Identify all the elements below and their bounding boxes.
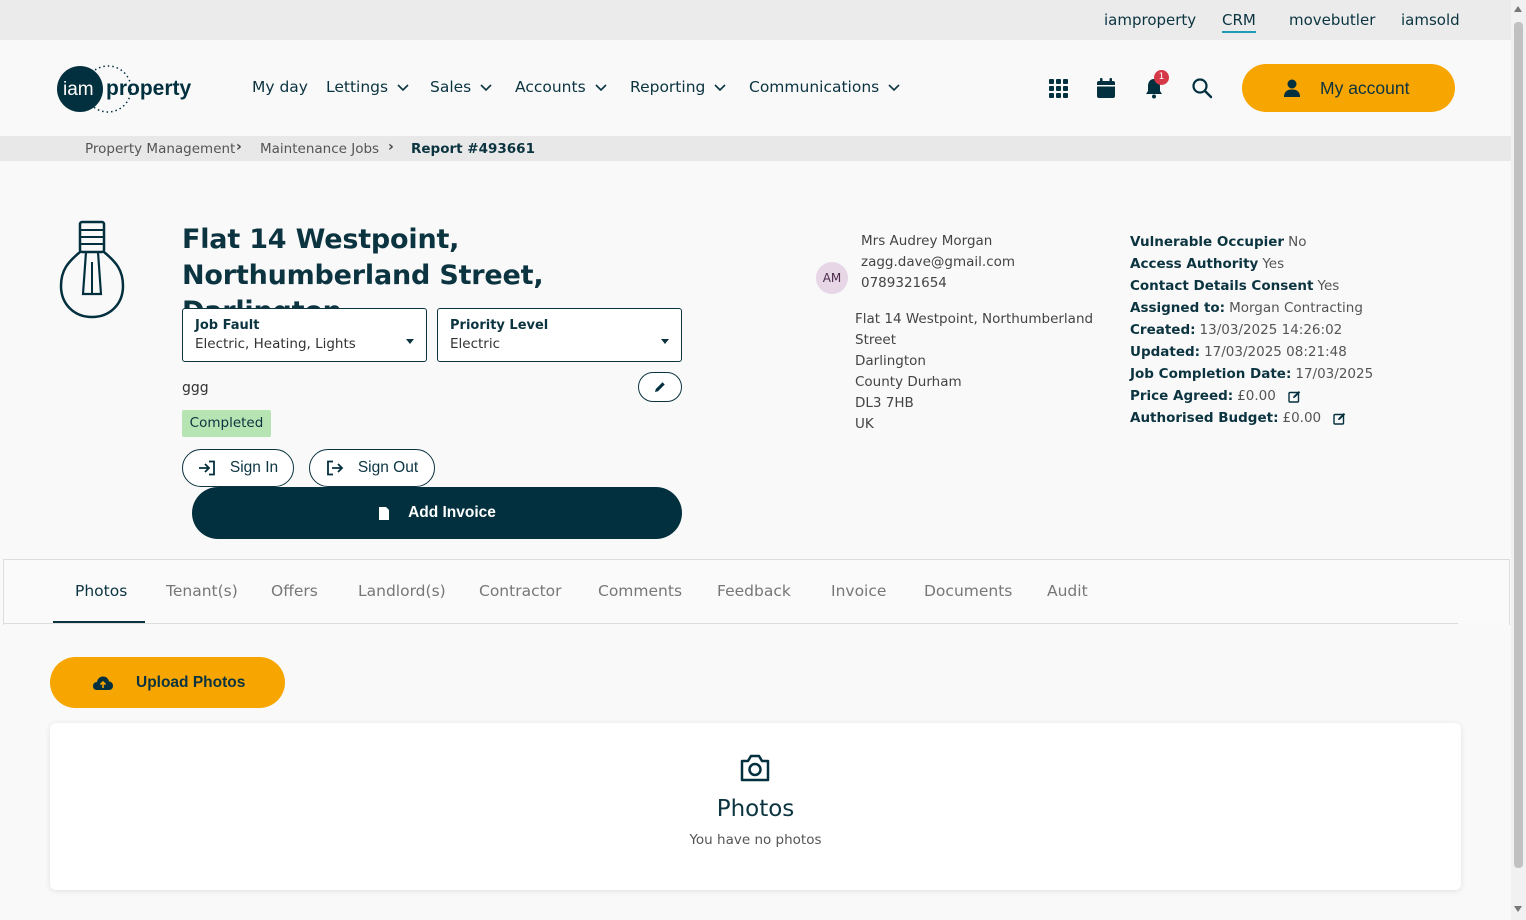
address-line: Street (855, 332, 897, 348)
scroll-up-icon[interactable] (1514, 6, 1522, 12)
user-icon (1284, 79, 1300, 97)
edit-icon[interactable] (1333, 412, 1346, 425)
cloud-upload-icon (93, 676, 113, 690)
tenant-phone[interactable]: 0789321654 (861, 275, 947, 291)
chevron-down-icon (480, 84, 492, 92)
sign-in-label: Sign In (229, 459, 279, 476)
search-icon[interactable] (1190, 76, 1214, 100)
apps-grid-icon[interactable] (1046, 76, 1070, 100)
tab-offers[interactable]: Offers (271, 582, 318, 600)
tenant-name: Mrs Audrey Morgan (861, 233, 993, 249)
info-price-agreed: Price Agreed: £0.00 (1130, 388, 1301, 404)
tab-feedback[interactable]: Feedback (717, 582, 791, 600)
address-line: DL3 7HB (855, 395, 914, 411)
info-vulnerable-occupier: Vulnerable Occupier No (1130, 234, 1307, 250)
my-account-label: My account (1320, 77, 1410, 98)
info-access-authority: Access Authority Yes (1130, 256, 1285, 272)
tab-invoice[interactable]: Invoice (831, 582, 886, 600)
link-movebutler[interactable]: movebutler (1289, 11, 1375, 29)
link-crm[interactable]: CRM (1222, 11, 1256, 33)
add-invoice-label: Add Invoice (408, 504, 496, 521)
scrollbar-thumb[interactable] (1514, 22, 1523, 868)
job-description: ggg (182, 380, 209, 396)
address-line: County Durham (855, 374, 962, 390)
chevron-down-icon (397, 84, 409, 92)
tab-contractor[interactable]: Contractor (479, 582, 562, 600)
photos-empty-message: You have no photos (689, 832, 822, 848)
iamproperty-logo[interactable]: iam property (56, 63, 201, 115)
sign-in-icon (198, 460, 215, 476)
info-completion-date: Job Completion Date: 17/03/2025 (1130, 366, 1374, 382)
breadcrumb: Property Management › Maintenance Jobs ›… (0, 136, 1511, 161)
info-created: Created: 13/03/2025 14:26:02 (1130, 322, 1343, 338)
job-fault-label: Job Fault (195, 318, 260, 333)
caret-down-icon (661, 339, 669, 344)
upload-photos-label: Upload Photos (136, 673, 246, 691)
edit-icon[interactable] (1288, 390, 1301, 403)
photos-title: Photos (716, 796, 795, 822)
sign-out-button[interactable]: Sign Out (309, 449, 435, 487)
priority-level-value: Electric (450, 336, 501, 352)
nav-communications[interactable]: Communications (749, 78, 901, 96)
avatar: AM (816, 262, 848, 294)
lightbulb-icon (59, 220, 125, 319)
nav-sales[interactable]: Sales (430, 78, 493, 96)
info-updated: Updated: 17/03/2025 08:21:48 (1130, 344, 1347, 360)
document-icon (379, 506, 390, 520)
camera-icon (740, 754, 770, 782)
job-fault-value: Electric, Heating, Lights (195, 336, 356, 352)
edit-description-button[interactable] (638, 372, 682, 402)
notification-badge: 1 (1154, 70, 1169, 85)
chevron-down-icon (595, 84, 607, 92)
link-iamproperty[interactable]: iamproperty (1104, 11, 1196, 29)
main-header: iam property My day Lettings Sales Accou… (0, 40, 1511, 136)
svg-text:iam: iam (63, 79, 94, 100)
tabs-divider (3, 623, 1458, 624)
nav-lettings[interactable]: Lettings (326, 78, 410, 96)
sign-out-label: Sign Out (357, 459, 419, 476)
my-account-button[interactable]: My account (1242, 64, 1455, 112)
chevron-down-icon (714, 84, 726, 92)
calendar-icon[interactable] (1094, 76, 1118, 100)
pencil-icon (655, 382, 665, 392)
photos-panel: Photos You have no photos (50, 723, 1461, 890)
tenant-email[interactable]: zagg.dave@gmail.com (861, 254, 1015, 270)
tab-tenants[interactable]: Tenant(s) (166, 582, 238, 600)
tab-photos[interactable]: Photos (75, 582, 127, 600)
sign-in-button[interactable]: Sign In (182, 449, 294, 487)
add-invoice-button[interactable]: Add Invoice (192, 487, 682, 539)
chevron-right-icon: › (236, 139, 242, 155)
info-assigned-to: Assigned to: Morgan Contracting (1130, 300, 1363, 316)
breadcrumb-current-report: Report #493661 (411, 141, 535, 157)
nav-accounts[interactable]: Accounts (515, 78, 608, 96)
tab-documents[interactable]: Documents (924, 582, 1012, 600)
status-badge: Completed (182, 410, 271, 437)
nav-reporting[interactable]: Reporting (630, 78, 727, 96)
tab-comments[interactable]: Comments (598, 582, 682, 600)
detail-tabs: Photos Tenant(s) Offers Landlord(s) Cont… (3, 559, 1510, 625)
address-line: Flat 14 Westpoint, Northumberland (855, 311, 1094, 327)
job-fault-select[interactable]: Job Fault Electric, Heating, Lights (182, 308, 427, 362)
info-contact-consent: Contact Details Consent Yes (1130, 278, 1340, 294)
chevron-right-icon: › (388, 139, 394, 155)
breadcrumb-maintenance-jobs[interactable]: Maintenance Jobs (260, 141, 379, 157)
address-line: Darlington (855, 353, 926, 369)
page-scrollbar[interactable] (1511, 0, 1526, 920)
nav-my-day[interactable]: My day (252, 78, 308, 96)
info-authorised-budget: Authorised Budget: £0.00 (1130, 410, 1346, 426)
chevron-down-icon (888, 84, 900, 92)
link-iamsold[interactable]: iamsold (1401, 11, 1460, 29)
sign-out-icon (326, 460, 344, 476)
tab-landlords[interactable]: Landlord(s) (358, 582, 446, 600)
breadcrumb-property-management[interactable]: Property Management (85, 141, 235, 157)
priority-level-label: Priority Level (450, 318, 549, 333)
tab-audit[interactable]: Audit (1047, 582, 1088, 600)
priority-level-select[interactable]: Priority Level Electric (437, 308, 682, 362)
scroll-down-icon[interactable] (1514, 906, 1522, 912)
svg-text:property: property (106, 77, 192, 100)
caret-down-icon (406, 339, 414, 344)
address-line: UK (855, 416, 874, 432)
upload-photos-button[interactable]: Upload Photos (50, 657, 285, 708)
top-bar: iamproperty CRM movebutler iamsold (0, 0, 1511, 40)
